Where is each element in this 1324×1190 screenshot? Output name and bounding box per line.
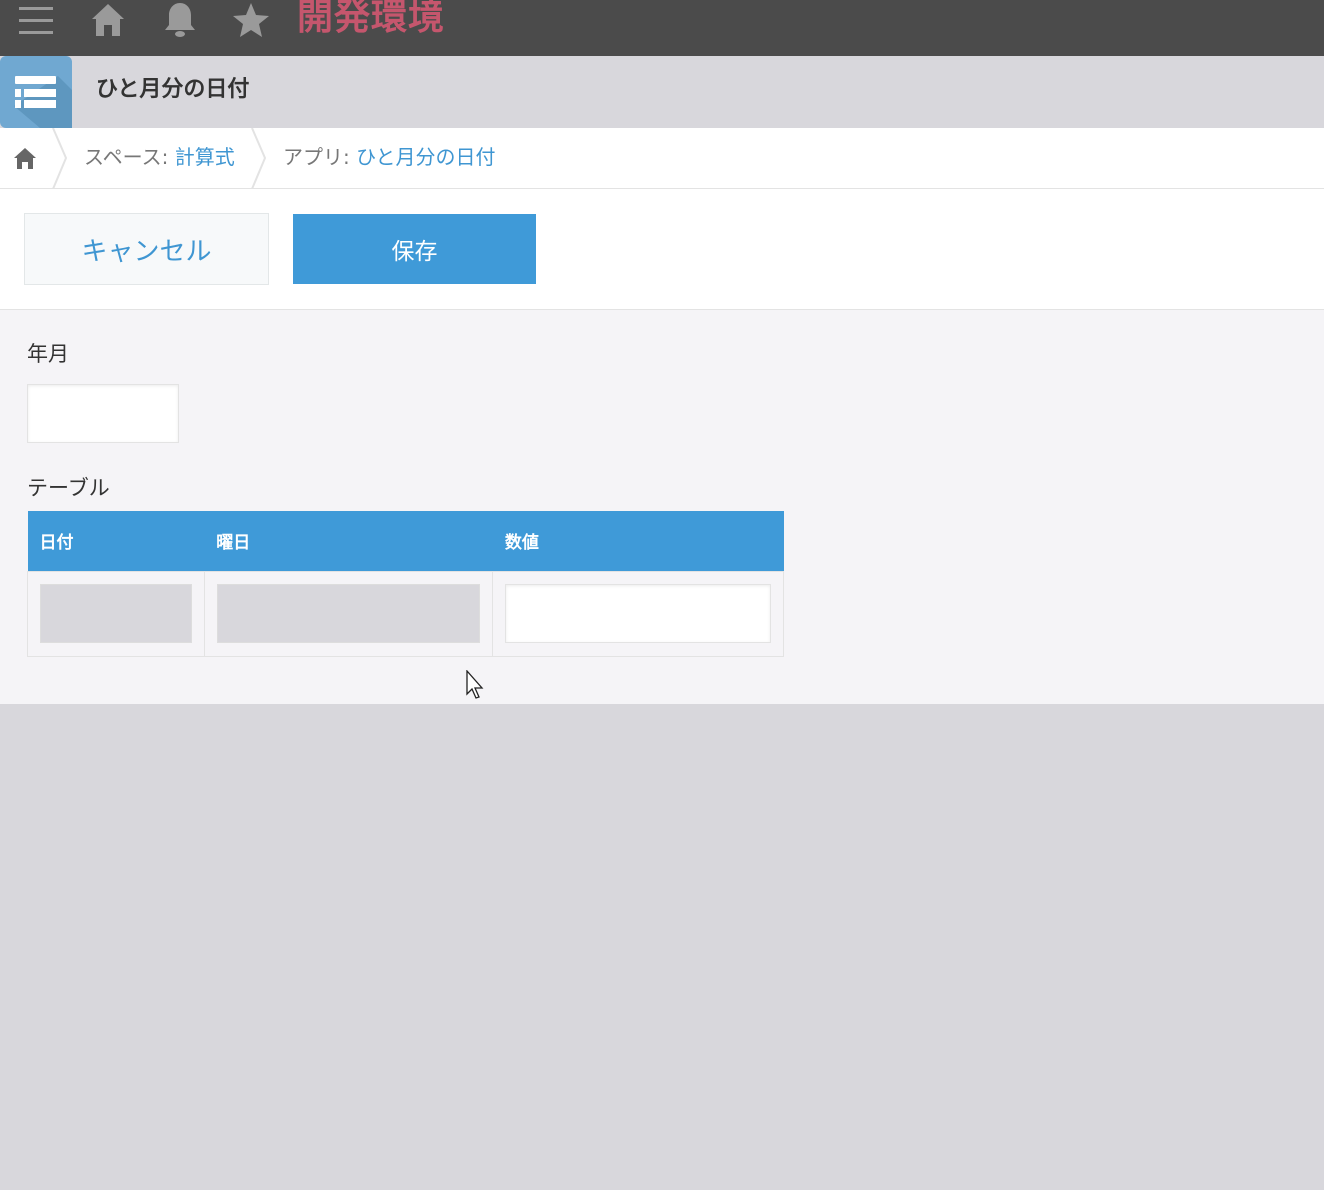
bell-icon[interactable] [160,0,200,40]
year-month-label: 年月 [27,342,69,366]
breadcrumb-app-prefix: アプリ: [283,145,350,169]
column-header-weekday: 曜日 [204,511,493,571]
breadcrumb-space-link[interactable]: 計算式 [175,145,235,169]
home-icon[interactable] [11,144,39,172]
table-header-row: 日付 曜日 数値 [27,511,784,571]
weekday-field-readonly [216,584,481,643]
mouse-cursor-icon [465,669,487,700]
app-list-icon [0,56,72,128]
breadcrumb: スペース: 計算式 アプリ: ひと月分の日付 [0,127,1324,190]
column-header-date: 日付 [27,511,205,571]
breadcrumb-space-prefix: スペース: [84,145,169,169]
table-label: テーブル [27,476,110,500]
breadcrumb-separator-icon [50,127,68,190]
home-icon[interactable] [88,0,128,40]
menu-icon[interactable] [16,0,56,40]
column-header-number: 数値 [492,511,784,571]
save-button[interactable]: 保存 [293,214,536,284]
app-title: ひと月分の日付 [96,77,250,102]
number-input[interactable] [505,584,771,643]
edit-toolbar: キャンセル 保存 [0,189,1324,310]
breadcrumb-app[interactable]: アプリ: ひと月分の日付 [283,143,496,171]
table-cell-weekday [203,570,494,657]
table-cell-date [27,570,205,657]
table-row [27,570,784,657]
subtable: 日付 曜日 数値 [27,511,784,657]
breadcrumb-separator-icon [249,127,267,190]
record-form: 年月 テーブル 日付 曜日 数値 [0,310,1324,704]
table-cell-number [492,570,784,657]
environment-title: 開発環境 [297,0,446,38]
year-month-input[interactable] [27,384,179,443]
star-icon[interactable] [231,0,271,40]
app-header: ひと月分の日付 [0,56,1324,128]
breadcrumb-app-link[interactable]: ひと月分の日付 [356,145,495,169]
breadcrumb-space[interactable]: スペース: 計算式 [84,143,235,171]
top-navigation-bar: 開発環境 [0,0,1324,56]
date-field-readonly [40,584,192,643]
cancel-button[interactable]: キャンセル [24,213,269,285]
